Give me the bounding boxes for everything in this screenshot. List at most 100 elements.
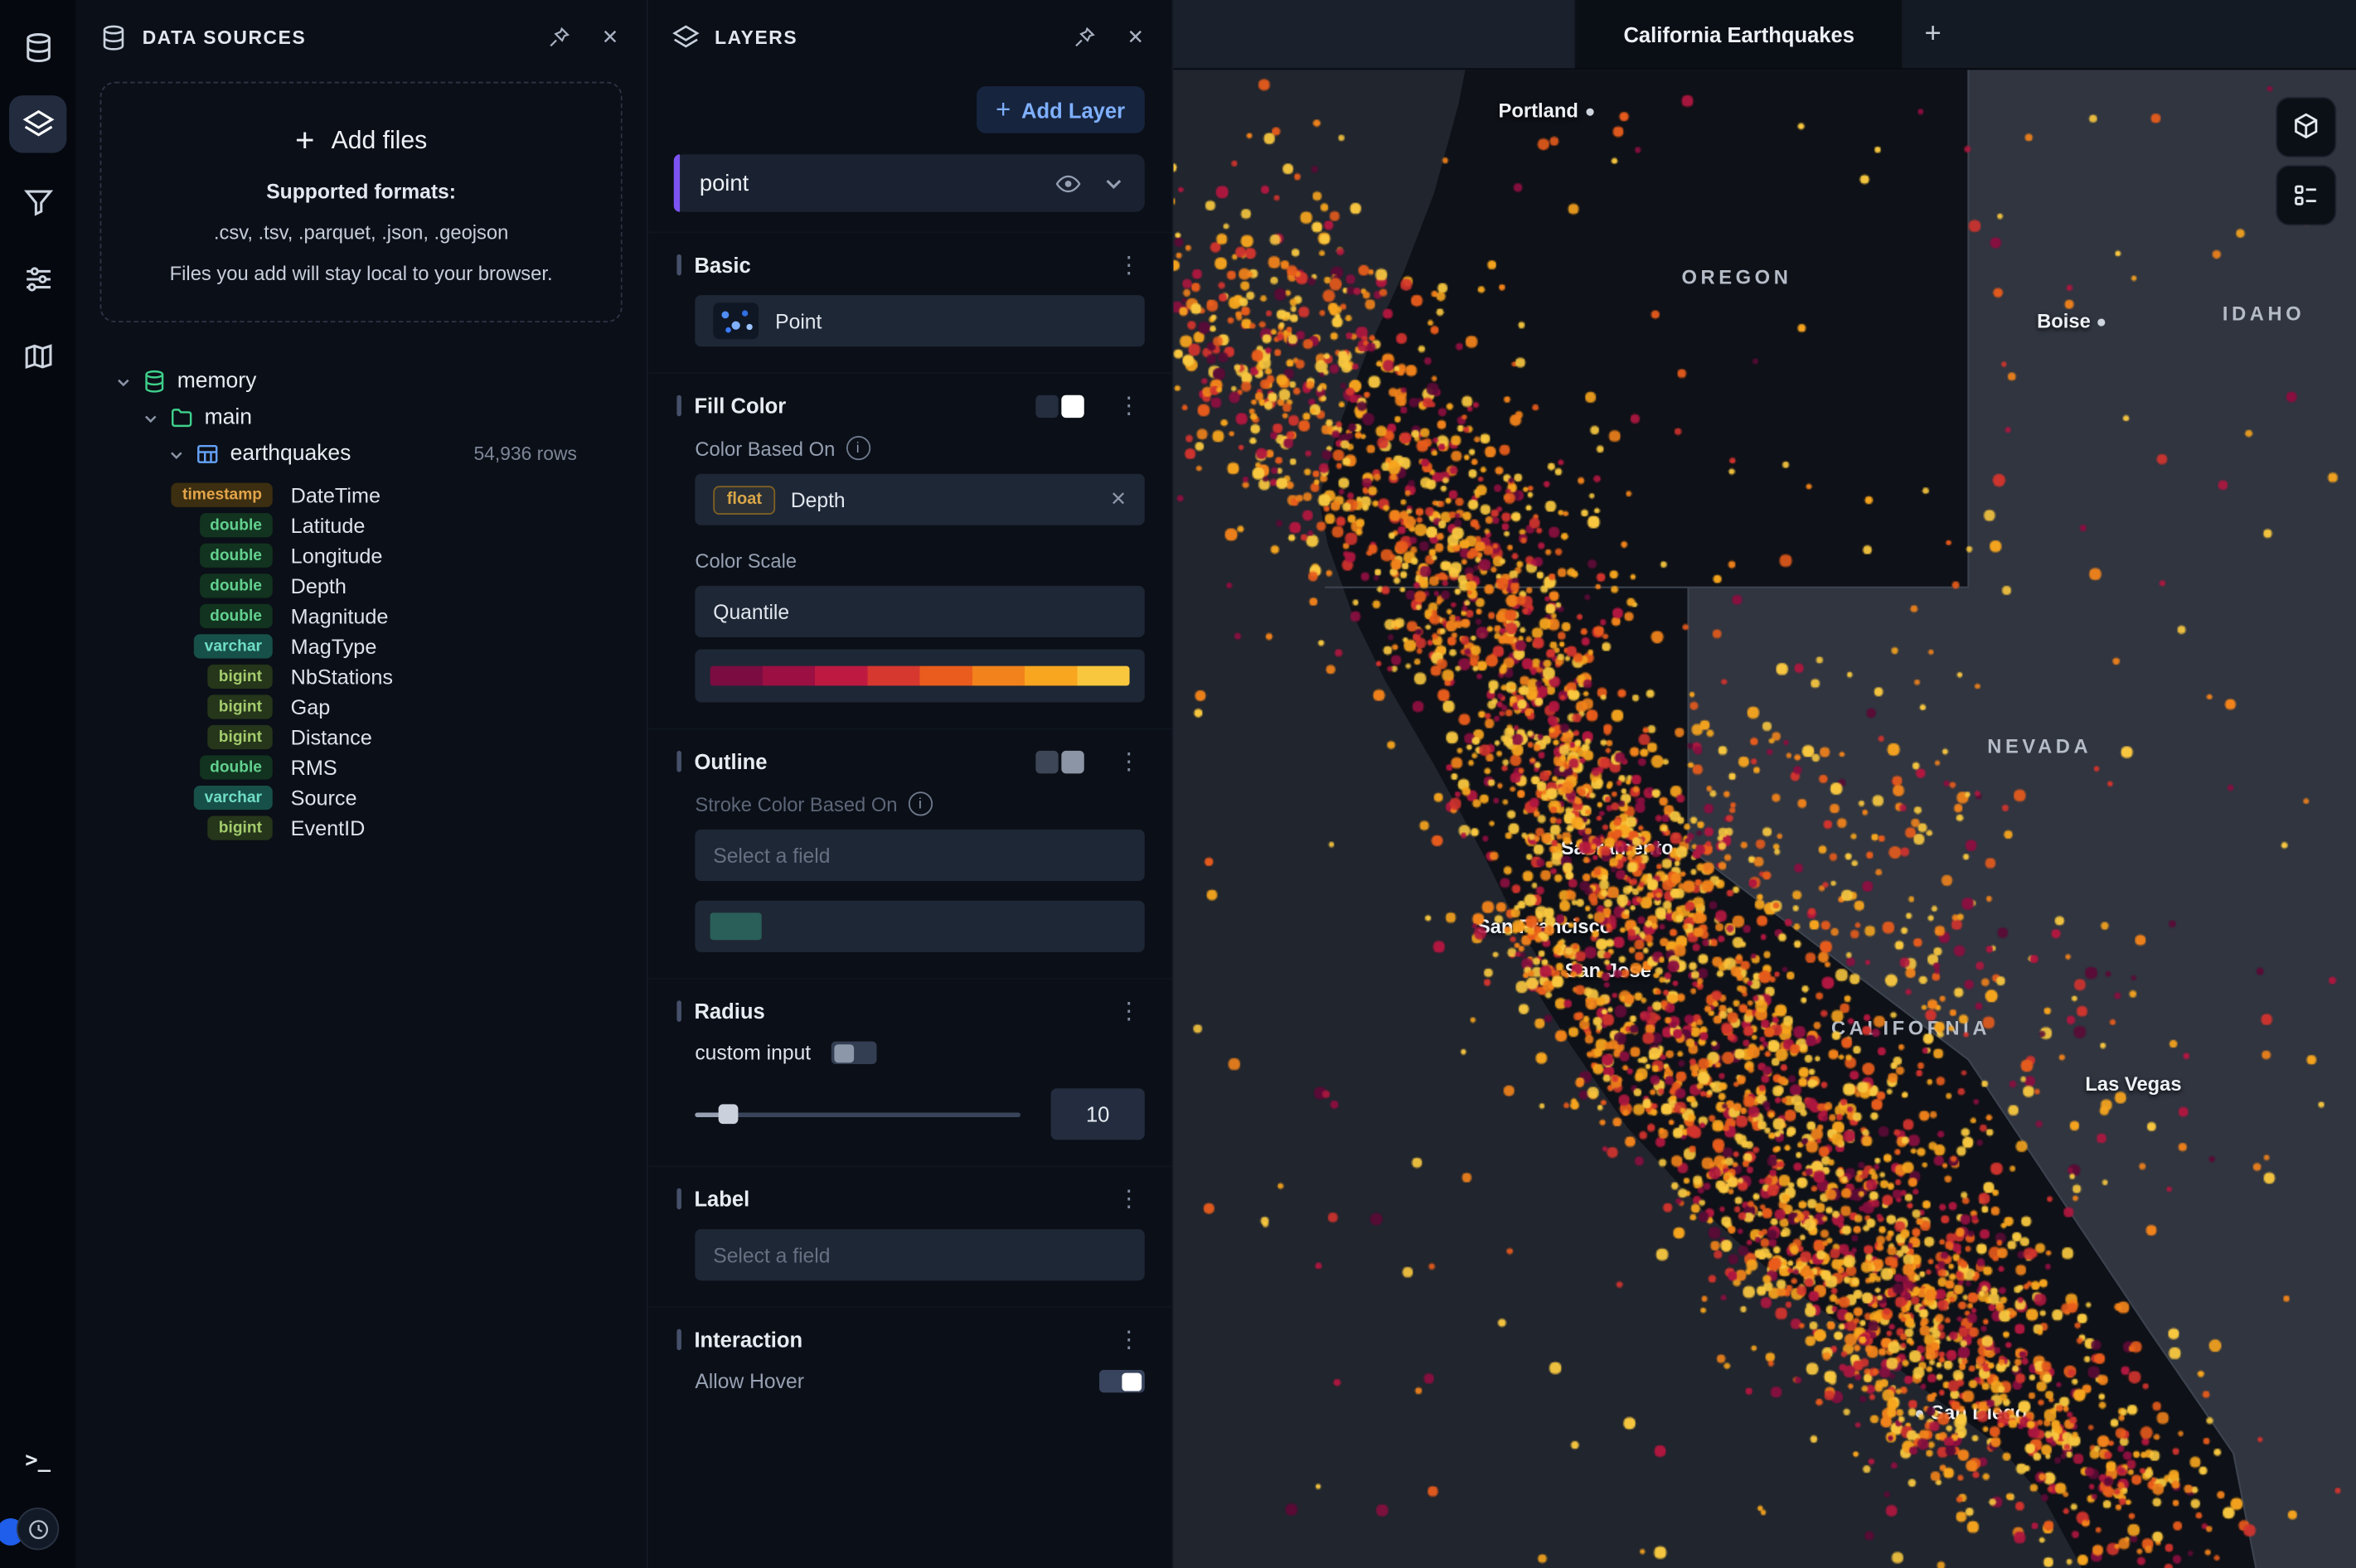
field-name: NbStations xyxy=(291,665,647,688)
outline-toggle[interactable] xyxy=(1035,750,1083,772)
close-icon: ✕ xyxy=(1127,26,1145,50)
plus-icon: + xyxy=(295,124,314,157)
add-files-label: Add files xyxy=(332,127,428,156)
history-status[interactable] xyxy=(17,1508,59,1550)
field-type-badge: bigint xyxy=(208,816,273,840)
radius-slider-handle[interactable] xyxy=(718,1104,738,1124)
map-legend-button[interactable] xyxy=(2276,165,2336,225)
more-menu-button[interactable]: ⋮ xyxy=(1113,254,1144,276)
clear-field-icon[interactable]: ✕ xyxy=(1110,487,1127,511)
add-layer-button[interactable]: + Add Layer xyxy=(976,86,1144,133)
database-name: memory xyxy=(177,370,257,394)
field-row-magnitude[interactable]: doubleMagnitude xyxy=(75,601,647,632)
map-3d-toggle-button[interactable] xyxy=(2276,97,2336,157)
more-menu-button[interactable]: ⋮ xyxy=(1113,1188,1144,1210)
tab-label: California Earthquakes xyxy=(1623,22,1854,46)
field-row-magtype[interactable]: varcharMagType xyxy=(75,632,647,662)
radius-slider[interactable] xyxy=(695,1112,1020,1116)
info-icon[interactable]: i xyxy=(846,436,870,460)
layer-type-select[interactable]: Point xyxy=(695,295,1144,346)
table-icon xyxy=(196,442,220,466)
layers-title: LAYERS xyxy=(715,27,1050,49)
section-accent xyxy=(676,1329,681,1351)
color-ramp-container[interactable] xyxy=(695,650,1144,703)
label-field-select[interactable]: Select a field xyxy=(695,1229,1144,1280)
supported-formats-title: Supported formats: xyxy=(128,180,594,202)
field-name: DateTime xyxy=(291,484,647,506)
tab-empty-slot[interactable] xyxy=(1174,0,1577,68)
more-menu-button[interactable]: ⋮ xyxy=(1113,1328,1144,1351)
map-controls xyxy=(2276,97,2336,225)
layers-panel: LAYERS ✕ + Add Layer point xyxy=(648,0,1174,1568)
layer-accent xyxy=(674,154,679,211)
custom-input-toggle[interactable] xyxy=(831,1042,876,1064)
app-window: >_ DATA SOURCES ✕ xyxy=(0,0,2356,1568)
color-scale-select[interactable]: Quantile xyxy=(695,586,1144,637)
add-files-action: + Add files xyxy=(128,124,594,157)
close-panel-button[interactable]: ✕ xyxy=(592,20,628,56)
pin-panel-button[interactable] xyxy=(541,20,577,56)
section-accent xyxy=(676,1000,681,1022)
field-row-distance[interactable]: bigintDistance xyxy=(75,722,647,753)
rail-data-sources-button[interactable] xyxy=(9,18,66,75)
field-row-latitude[interactable]: double Latitude xyxy=(75,511,647,541)
rail-basemap-button[interactable] xyxy=(9,327,66,385)
stroke-field-select[interactable]: Select a field xyxy=(695,830,1144,881)
chevron-down-icon xyxy=(143,409,159,426)
section-accent xyxy=(676,395,681,417)
more-menu-button[interactable]: ⋮ xyxy=(1113,394,1144,417)
field-row-source[interactable]: varcharSource xyxy=(75,782,647,813)
info-icon[interactable]: i xyxy=(908,791,932,815)
color-field-pill[interactable]: float Depth ✕ xyxy=(695,474,1144,525)
new-tab-button[interactable]: + xyxy=(1902,0,1942,68)
color-based-on-label: Color Based On xyxy=(695,437,835,459)
rail-top-group xyxy=(9,18,66,1432)
field-row-gap[interactable]: bigintGap xyxy=(75,692,647,723)
stroke-color-row[interactable] xyxy=(695,901,1144,952)
tab-california-earthquakes[interactable]: California Earthquakes xyxy=(1576,0,1902,68)
tree-schema-row[interactable]: main xyxy=(75,399,647,436)
field-name: Source xyxy=(291,786,647,809)
tree-database-row[interactable]: memory xyxy=(75,363,647,399)
pin-panel-button[interactable] xyxy=(1066,20,1103,56)
local-files-note: Files you add will stay local to your br… xyxy=(128,262,594,284)
rail-layers-button[interactable] xyxy=(9,95,66,152)
chevron-down-icon[interactable] xyxy=(1101,170,1127,196)
field-name: Depth xyxy=(291,574,647,597)
visibility-eye-icon[interactable] xyxy=(1055,170,1081,196)
layers-header: LAYERS ✕ xyxy=(648,0,1172,70)
close-panel-button[interactable]: ✕ xyxy=(1117,20,1154,56)
field-row-depth[interactable]: doubleDepth xyxy=(75,571,647,602)
more-menu-button[interactable]: ⋮ xyxy=(1113,999,1144,1022)
stroke-field-placeholder: Select a field xyxy=(713,844,830,866)
field-row-longitude[interactable]: doubleLongitude xyxy=(75,540,647,571)
field-row-eventid[interactable]: bigint EventID xyxy=(75,813,647,844)
more-menu-button[interactable]: ⋮ xyxy=(1113,750,1144,772)
rail-terminal-button[interactable]: >_ xyxy=(9,1432,66,1489)
fill-color-preview[interactable] xyxy=(1035,394,1083,417)
section-radius: Radius ⋮ custom input 10 xyxy=(648,978,1172,1165)
supported-formats-list: .csv, .tsv, .parquet, .json, .geojson xyxy=(128,221,594,244)
field-name: EventID xyxy=(291,816,647,839)
allow-hover-label: Allow Hover xyxy=(695,1370,1099,1392)
tree-table-row[interactable]: earthquakes 54,936 rows xyxy=(75,436,647,472)
field-row-datetime[interactable]: timestampDateTime xyxy=(75,480,647,511)
map-view[interactable]: PortlandOREGONBoiseIDAHONEVADASacramento… xyxy=(1174,0,2356,1568)
radius-value[interactable]: 10 xyxy=(1051,1088,1145,1140)
field-row-nbstations[interactable]: bigintNbStations xyxy=(75,661,647,692)
field-row-rms[interactable]: doubleRMS xyxy=(75,753,647,783)
section-accent xyxy=(676,751,681,772)
section-title: Radius xyxy=(694,999,1099,1023)
color-scale-gradient xyxy=(710,666,1130,686)
rail-settings-button[interactable] xyxy=(9,249,66,307)
allow-hover-toggle[interactable] xyxy=(1099,1370,1145,1392)
field-type-badge: double xyxy=(199,514,272,537)
add-layer-row: + Add Layer xyxy=(648,70,1172,139)
rail-filters-button[interactable] xyxy=(9,172,66,230)
layer-item-point[interactable]: point xyxy=(674,154,1145,211)
field-name: Latitude xyxy=(291,514,647,536)
add-files-dropzone[interactable]: + Add files Supported formats: .csv, .ts… xyxy=(100,82,623,322)
color-scale-value: Quantile xyxy=(713,600,789,622)
earthquake-points-layer[interactable] xyxy=(1174,0,2356,1568)
layers-icon xyxy=(672,24,700,51)
